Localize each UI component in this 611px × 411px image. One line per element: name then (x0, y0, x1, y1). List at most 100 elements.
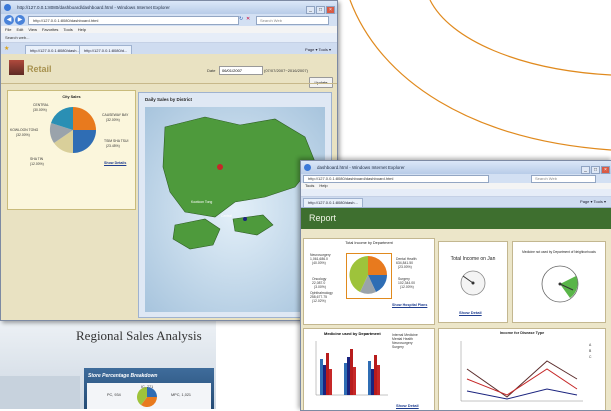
medicine-bar-chart[interactable] (310, 339, 390, 399)
search-toolbar: Search web... (1, 33, 337, 43)
pie-label-kowloon-pct: (32.00%) (16, 133, 30, 137)
tab-strip-2: http://127.0.0.1:8080/dash... Page ▾ Too… (301, 197, 611, 208)
store-breakdown-card: PC, 934 IC, 771 MPC, 1,021 (87, 383, 211, 409)
report-page: Report Total Income by Department Neuros… (301, 208, 611, 410)
disease-legend-c: C (589, 355, 592, 359)
page-title: Retail (27, 64, 52, 74)
medicine-gauge[interactable] (535, 260, 585, 304)
menu-edit[interactable]: Edit (16, 27, 23, 32)
disease-income-panel: Income for Disease Type A B C (438, 328, 606, 410)
window-titlebar-2: dashboard.html - Windows Internet Explor… (301, 161, 611, 174)
show-detail-link-1[interactable]: Show Detail (459, 310, 482, 315)
date-input[interactable]: 06/01/2007 (219, 66, 263, 75)
date-range-text: (07/07/2007~2016/2007) (264, 68, 308, 73)
income-jan-title: Total Income on Jan (450, 256, 496, 262)
pct-oncology: (3.00%) (314, 285, 326, 289)
search-input-2[interactable]: Search Web (531, 175, 596, 183)
medicine-gauge-title: Medicine not used by Department of Neigh… (522, 250, 596, 254)
map-label-kowloon: Kowloon Tong (191, 200, 213, 204)
pie-label-tsim-pct: (23.45%) (106, 144, 120, 148)
city-sales-panel: City Sales CENTRAL (30.00%) CAUSEWAY BAY… (7, 90, 136, 210)
store-pie[interactable] (137, 387, 157, 407)
pie-label-shatin-pct: (12.00%) (30, 162, 44, 166)
pct-neurosurgery: (40.00%) (312, 261, 326, 265)
menu-help-2[interactable]: Help (319, 183, 327, 188)
pie-highlight-frame (346, 253, 392, 299)
toolbar-search[interactable]: Search web... (5, 35, 29, 40)
district-map[interactable]: Kowloon Tong Central (145, 107, 325, 312)
pie-label-causeway: CAUSEWAY BAY (102, 113, 129, 117)
back-icon[interactable]: ◀ (4, 15, 14, 25)
store-label-ic: IC, 771 (141, 385, 154, 389)
window-title-2: dashboard.html - Windows Internet Explor… (317, 165, 405, 170)
hong-kong-map (162, 116, 316, 250)
minimize-button[interactable]: _ (306, 6, 315, 14)
close-button[interactable]: × (326, 6, 335, 14)
disease-legend-b: B (589, 349, 592, 353)
menu-favorites[interactable]: Favorites (42, 27, 58, 32)
pct-dental: (23.00%) (398, 265, 412, 269)
ie-icon (4, 4, 11, 11)
disease-legend-a: A (589, 343, 592, 347)
income-jan-gauge[interactable] (453, 266, 493, 296)
regional-sales-window: Regional Sales Analysis Store Percentage… (0, 318, 216, 409)
income-dept-title: Total Income by Department (345, 241, 393, 245)
disease-line-chart[interactable] (447, 339, 587, 407)
show-detail-link-2[interactable]: Show Detail (396, 403, 419, 408)
refresh-icon[interactable]: ↻ (239, 16, 243, 22)
date-label: Date (207, 68, 216, 73)
pie-label-central: CENTRAL (33, 103, 49, 107)
medicine-legend: Internal Medicine Mental Health Neurosur… (392, 333, 418, 349)
tab-dashboard-3[interactable]: http://127.0.0.1:8080/dash... (303, 198, 363, 207)
header-divider (1, 83, 337, 84)
pie-label-kowloon: KOWLOON TONG (10, 128, 39, 132)
report-header: Report (301, 208, 611, 229)
forward-icon[interactable]: ▶ (15, 15, 25, 25)
maximize-button-2[interactable]: □ (591, 166, 600, 174)
stop-icon[interactable]: ✕ (246, 16, 250, 22)
close-button-2[interactable]: × (601, 166, 610, 174)
pct-surgery: (12.00%) (400, 285, 414, 289)
store-breakdown-panel: Store Percentage Breakdown PC, 934 IC, 7… (84, 368, 214, 409)
city-sales-title: City Sales (62, 95, 81, 99)
income-jan-panel: Total Income on Jan Show Detail (438, 241, 508, 323)
page-tools-menu-2[interactable]: Page ▾ Tools ▾ (580, 198, 606, 206)
menu-file[interactable]: File (5, 27, 11, 32)
address-field-2[interactable]: http://127.0.0.1:8080/dashboard/dashboar… (303, 175, 489, 183)
retail-page: Retail Date 06/01/2007 (07/07/2007~2016/… (1, 54, 337, 320)
district-title: Daily Sales by District (145, 97, 193, 102)
medicine-dept-panel: Medicine used by Department Internal Med… (303, 328, 435, 410)
store-breakdown-title: Store Percentage Breakdown (88, 373, 158, 379)
store-label-pc: PC, 934 (107, 393, 121, 397)
city-sales-pie[interactable] (48, 105, 98, 155)
search-input[interactable]: Search Web (256, 16, 329, 25)
menu-view[interactable]: View (28, 27, 37, 32)
medicine-gauge-panel: Medicine not used by Department of Neigh… (512, 241, 606, 323)
pie-label-central-pct: (30.00%) (33, 108, 47, 112)
favorites-star-icon[interactable]: ★ (4, 45, 9, 52)
medicine-dept-title: Medicine used by Department (324, 331, 381, 336)
menu-tools[interactable]: Tools (63, 27, 72, 32)
menu-tools-2[interactable]: Tools (305, 183, 314, 188)
pie-label-causeway-pct: (32.00%) (106, 118, 120, 122)
retail-browser-window: http://127.0.0.1:8080/dashboard/dashboar… (0, 0, 338, 321)
maximize-button[interactable]: □ (316, 6, 325, 14)
window-title: http://127.0.0.1:8080/dashboard/dashboar… (17, 5, 170, 10)
show-hospital-plans-link[interactable]: Show Hospital Plans (392, 303, 427, 307)
ie-icon-2 (304, 164, 311, 171)
legend-surgery: Surgery (392, 345, 404, 349)
minimize-button-2[interactable]: _ (581, 166, 590, 174)
address-field[interactable]: http://127.0.0.1:8080/dashboard.html (28, 16, 239, 25)
retail-logo (9, 60, 24, 75)
toolbar-2 (301, 189, 611, 197)
regional-map-thumbnail (0, 376, 80, 409)
report-browser-window: dashboard.html - Windows Internet Explor… (300, 160, 611, 411)
regional-title: Regional Sales Analysis (76, 328, 202, 343)
menu-help[interactable]: Help (78, 27, 86, 32)
show-details-link[interactable]: Show Details (104, 161, 126, 165)
pie-label-tsim: TSIM SHA TSUI (104, 139, 129, 143)
page-tools-menu[interactable]: Page ▾ Tools ▾ (305, 45, 331, 54)
pie-label-shatin: SHA TIN (30, 157, 44, 161)
map-label-central: Central (221, 214, 232, 218)
window-titlebar: http://127.0.0.1:8080/dashboard/dashboar… (1, 1, 337, 14)
